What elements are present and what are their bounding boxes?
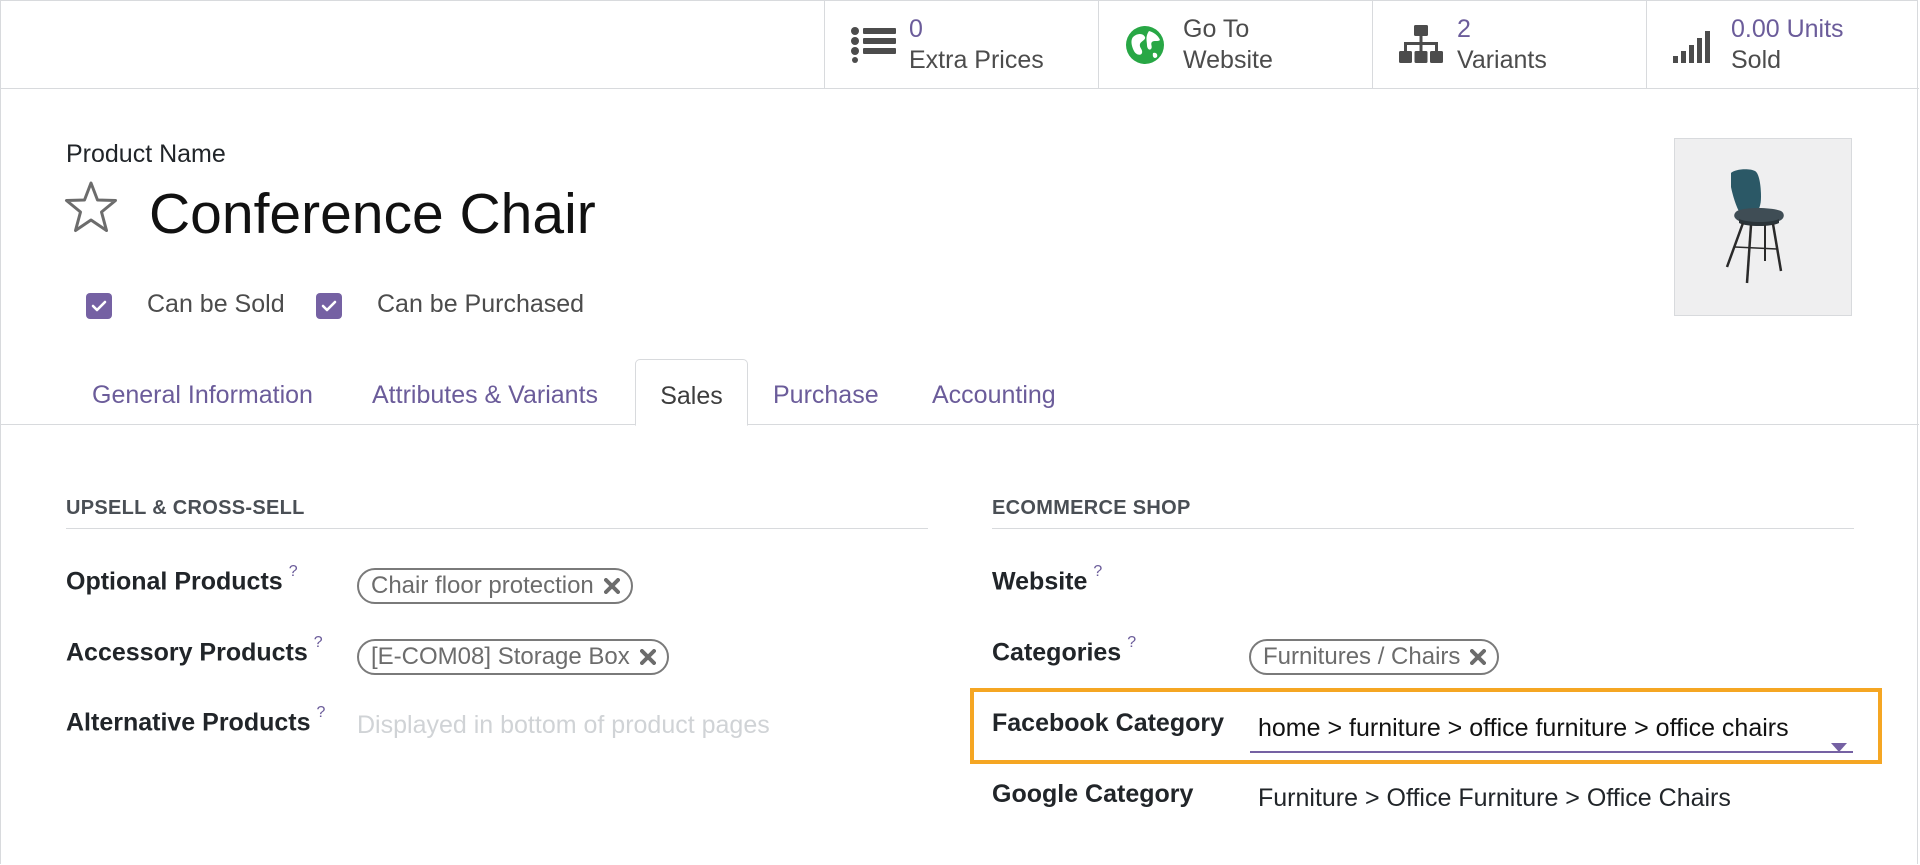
section-divider xyxy=(66,528,928,529)
product-image[interactable] xyxy=(1674,138,1852,316)
alternative-products-input[interactable]: Displayed in bottom of product pages xyxy=(357,711,770,740)
optional-product-tag-text: Chair floor protection xyxy=(371,572,594,599)
accessory-product-tag-text: [E-COM08] Storage Box xyxy=(371,643,630,670)
facebook-category-select[interactable]: home > furniture > office furniture > of… xyxy=(1250,708,1853,753)
optional-products-label: Optional Products? xyxy=(66,563,298,596)
list-icon xyxy=(851,26,903,63)
can-be-purchased-checkbox[interactable] xyxy=(316,293,342,319)
remove-tag-icon[interactable] xyxy=(639,649,656,665)
can-be-sold-label: Can be Sold xyxy=(147,290,285,318)
caret-down-icon[interactable] xyxy=(1831,725,1847,765)
units-sold-label: Sold xyxy=(1731,45,1782,74)
help-tooltip-icon[interactable]: ? xyxy=(1127,634,1136,651)
help-tooltip-icon[interactable]: ? xyxy=(314,634,323,651)
variants-label: Variants xyxy=(1457,45,1547,74)
checkmark-icon xyxy=(91,300,107,312)
notebook-tabs: General Information Attributes & Variant… xyxy=(1,359,1919,426)
checkmark-icon xyxy=(321,300,337,312)
extra-prices-button[interactable]: 0 Extra Prices xyxy=(824,1,1097,88)
product-name-field[interactable]: Conference Chair xyxy=(149,179,596,249)
signal-bars-icon xyxy=(1673,27,1725,63)
units-sold-button[interactable]: 0.00 Units Sold xyxy=(1646,1,1919,88)
help-tooltip-icon[interactable]: ? xyxy=(317,704,326,721)
favorite-star-icon[interactable] xyxy=(64,181,120,237)
upsell-section-title: UPSELL & CROSS-SELL xyxy=(66,497,305,519)
can-be-purchased-label: Can be Purchased xyxy=(377,290,585,318)
sitemap-icon xyxy=(1399,24,1451,65)
units-sold-value: 0.00 Units xyxy=(1731,14,1844,43)
categories-label-text: Categories xyxy=(992,638,1122,667)
smart-button-bar: 0 Extra Prices Go To Website 2 Variants … xyxy=(1,1,1919,89)
ecommerce-section-title: ECOMMERCE SHOP xyxy=(992,497,1191,519)
help-tooltip-icon[interactable]: ? xyxy=(1093,563,1102,580)
category-tag-text: Furnitures / Chairs xyxy=(1263,643,1461,670)
go-to-website-button[interactable]: Go To Website xyxy=(1098,1,1371,88)
website-label: Website? xyxy=(992,563,1102,596)
can-be-sold-checkbox[interactable] xyxy=(86,293,112,319)
tab-sales[interactable]: Sales xyxy=(635,359,748,426)
alternative-products-label-text: Alternative Products xyxy=(66,708,311,737)
remove-tag-icon[interactable] xyxy=(603,578,620,594)
optional-products-label-text: Optional Products xyxy=(66,567,283,596)
help-tooltip-icon[interactable]: ? xyxy=(289,563,298,580)
facebook-category-value: home > furniture > office furniture > of… xyxy=(1258,714,1789,742)
remove-tag-icon[interactable] xyxy=(1470,649,1487,665)
tab-general-information[interactable]: General Information xyxy=(92,359,313,425)
accessory-products-label-text: Accessory Products xyxy=(66,638,308,667)
accessory-products-label: Accessory Products? xyxy=(66,634,323,667)
variants-button[interactable]: 2 Variants xyxy=(1372,1,1645,88)
google-category-label: Google Category xyxy=(992,780,1194,808)
extra-prices-count: 0 xyxy=(909,14,923,43)
tab-purchase[interactable]: Purchase xyxy=(773,359,879,425)
facebook-category-label: Facebook Category xyxy=(992,709,1225,737)
tab-attributes-variants[interactable]: Attributes & Variants xyxy=(372,359,598,425)
category-tag: Furnitures / Chairs xyxy=(1249,639,1500,675)
website-label-text: Website xyxy=(992,567,1088,596)
section-divider xyxy=(992,528,1854,529)
globe-icon xyxy=(1125,25,1177,65)
optional-product-tag: Chair floor protection xyxy=(357,568,633,604)
variants-count: 2 xyxy=(1457,14,1471,43)
alternative-products-label: Alternative Products? xyxy=(66,704,325,737)
website-label: Website xyxy=(1183,45,1273,74)
go-to-label: Go To xyxy=(1183,14,1250,43)
google-category-value[interactable]: Furniture > Office Furniture > Office Ch… xyxy=(1258,784,1731,813)
categories-label: Categories? xyxy=(992,634,1136,667)
product-name-label: Product Name xyxy=(66,140,226,168)
extra-prices-label: Extra Prices xyxy=(909,45,1044,74)
accessory-product-tag: [E-COM08] Storage Box xyxy=(357,639,669,675)
chair-image xyxy=(1675,139,1851,315)
form-sheet: 0 Extra Prices Go To Website 2 Variants … xyxy=(0,0,1919,864)
tab-accounting[interactable]: Accounting xyxy=(932,359,1056,425)
